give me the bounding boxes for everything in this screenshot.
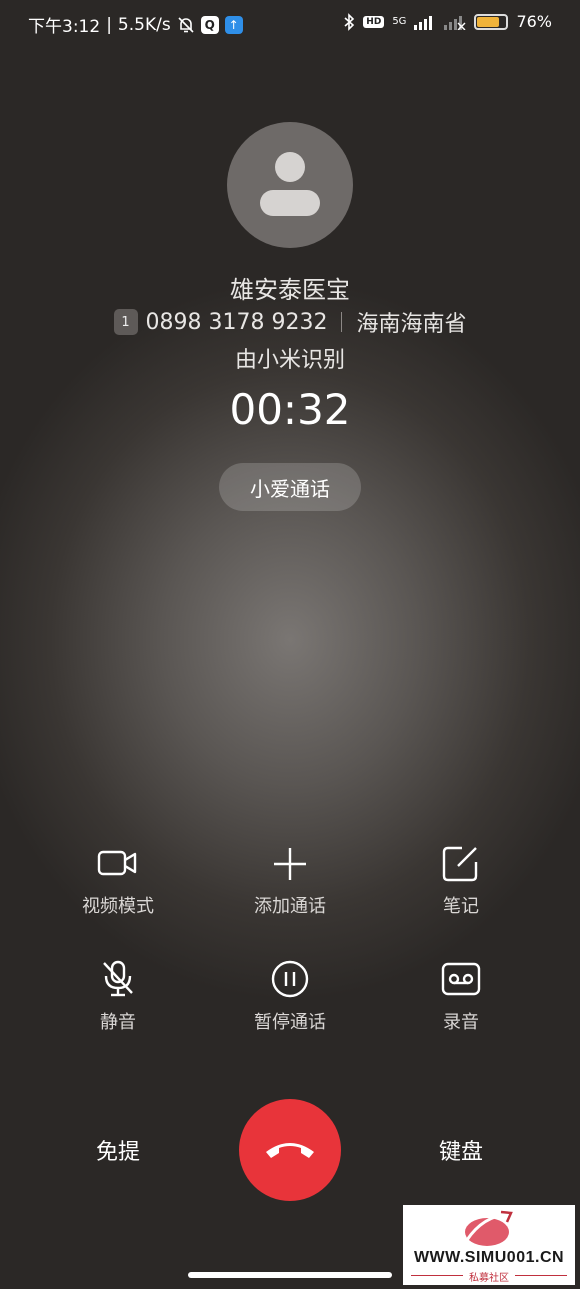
signal-icon — [414, 15, 433, 30]
notes-button[interactable]: 笔记 — [381, 846, 541, 918]
qq-icon: Q — [200, 15, 219, 34]
bell-off-icon — [178, 16, 194, 33]
hd-badge: HD — [363, 15, 385, 28]
phone-hangup-icon — [266, 1143, 314, 1158]
add-call-button[interactable]: 添加通话 — [210, 846, 370, 918]
watermark-site: WWW.SIMU001.CN — [413, 1249, 565, 1266]
record-button[interactable]: 录音 — [381, 960, 541, 1034]
signal-weak-icon — [444, 15, 466, 30]
network-type: 5G — [392, 16, 407, 27]
pause-icon — [271, 960, 309, 998]
hold-label: 暂停通话 — [254, 1012, 326, 1033]
watermark: WWW.SIMU001.CN 私募社区 — [403, 1205, 575, 1285]
battery-icon — [474, 13, 509, 30]
hold-button[interactable]: 暂停通话 — [210, 960, 370, 1034]
status-bar: 下午3:12 | 5.5K/s Q ↑ HD 5G 76% — [0, 0, 580, 50]
video-mode-button[interactable]: 视频模式 — [38, 846, 198, 918]
video-mode-label: 视频模式 — [82, 896, 154, 917]
watermark-line-right — [515, 1275, 567, 1276]
hang-up-button[interactable] — [239, 1099, 341, 1201]
status-left: 下午3:12 | 5.5K/s Q ↑ — [28, 12, 243, 37]
mute-button[interactable]: 静音 — [38, 960, 198, 1034]
speaker-button[interactable]: 免提 — [58, 1134, 178, 1166]
keypad-button[interactable]: 键盘 — [401, 1134, 521, 1166]
status-divider: | — [106, 14, 112, 35]
notes-label: 笔记 — [443, 896, 479, 917]
watermark-subtitle: 私募社区 — [469, 1273, 509, 1284]
divider — [341, 312, 343, 332]
battery-percent: 76% — [516, 12, 552, 31]
status-time: 下午3:12 — [28, 17, 101, 37]
avatar-body — [260, 190, 320, 216]
network-speed: 5.5K/s — [117, 14, 171, 35]
caller-number-line: 1 0898 3178 9232 海南海南省 — [0, 306, 580, 338]
caller-name: 雄安泰医宝 — [230, 276, 350, 304]
battery-fill — [477, 16, 499, 27]
note-edit-icon — [442, 846, 478, 882]
xiaoai-call-button[interactable]: 小爱通话 — [219, 463, 361, 511]
video-camera-icon — [97, 850, 137, 876]
sim-badge: 1 — [113, 309, 138, 335]
identified-by: 由小米识别 — [234, 348, 345, 373]
bluetooth-icon — [344, 12, 355, 31]
caller-number: 0898 3178 9232 — [145, 309, 328, 335]
caller-avatar — [227, 122, 353, 248]
record-label: 录音 — [443, 1012, 479, 1033]
watermark-logo-icon — [465, 1210, 513, 1246]
caller-location: 海南海南省 — [356, 312, 467, 337]
upload-icon: ↑ — [224, 15, 243, 34]
call-timer: 00:32 — [229, 385, 351, 434]
plus-icon — [274, 848, 306, 880]
mic-off-icon — [103, 960, 133, 997]
mute-label: 静音 — [100, 1012, 136, 1033]
add-call-label: 添加通话 — [254, 896, 326, 917]
home-indicator[interactable] — [188, 1272, 392, 1278]
tape-record-icon — [441, 962, 481, 996]
status-right: HD 5G 76% — [343, 12, 552, 31]
avatar-head — [275, 152, 305, 182]
